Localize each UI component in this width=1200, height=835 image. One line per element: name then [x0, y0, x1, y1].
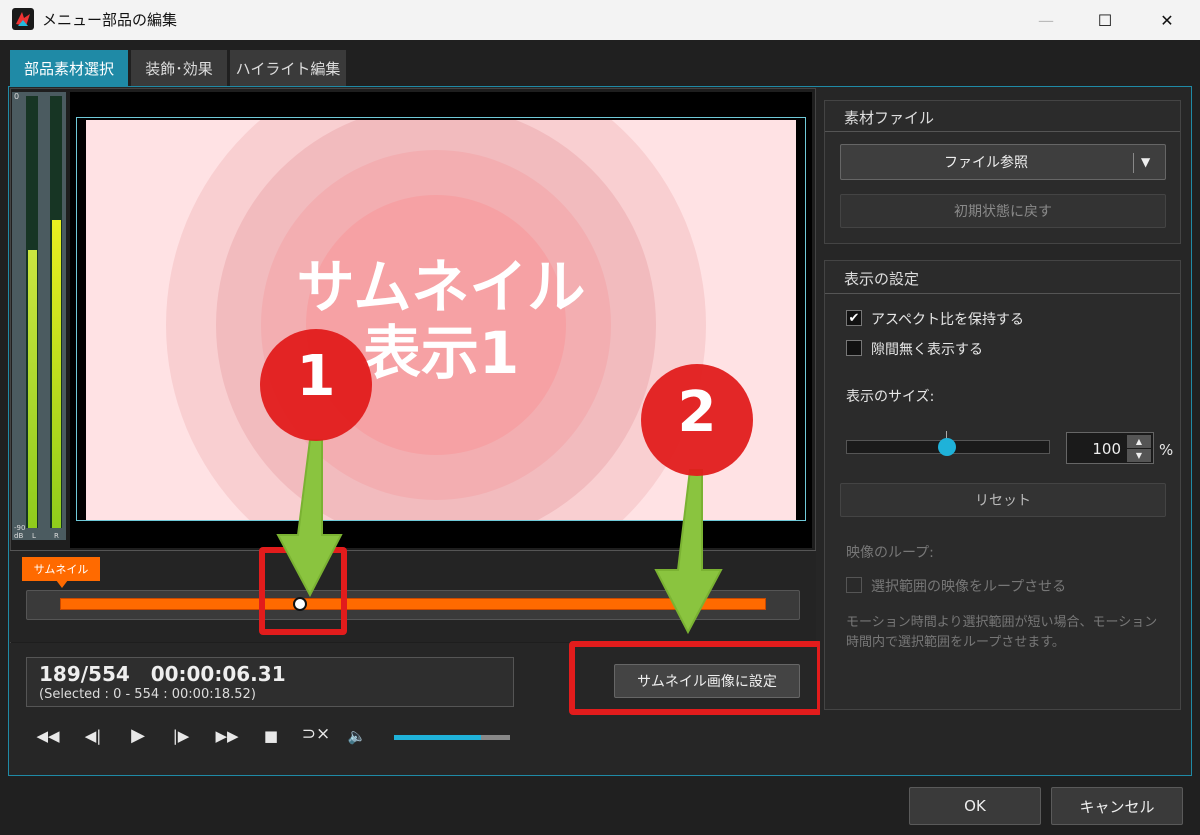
dropdown-separator: [1133, 153, 1134, 173]
divider: [825, 131, 1180, 132]
reset-initial-label: 初期状態に戻す: [954, 204, 1052, 220]
file-browse-label: ファイル参照: [944, 155, 1028, 171]
size-slider-thumb[interactable]: [938, 438, 956, 456]
ok-button[interactable]: OK: [909, 787, 1041, 825]
size-label: 表示のサイズ:: [846, 389, 935, 405]
display-settings-heading: 表示の設定: [844, 270, 920, 288]
loop-checkbox[interactable]: [846, 577, 862, 593]
keep-aspect-label: アスペクト比を保持する: [871, 312, 1025, 328]
arrow-2-icon: [654, 469, 723, 635]
divider: [825, 293, 1180, 294]
callout-1-number: 1: [296, 344, 336, 409]
loop-note: モーション時間より選択範囲が短い場合、モーション時間内で選択範囲をループさせます…: [846, 615, 1158, 650]
loop-heading: 映像のループ:: [846, 545, 934, 561]
reset-button[interactable]: リセット: [840, 483, 1166, 517]
arrow-1-icon: [276, 439, 343, 598]
loop-label: 選択範囲の映像をループさせる: [871, 579, 1067, 595]
size-value: 100: [1092, 440, 1121, 458]
spin-down-icon[interactable]: ▼: [1127, 449, 1151, 462]
reset-label: リセット: [975, 493, 1031, 509]
keep-aspect-checkbox[interactable]: ✔: [846, 310, 862, 326]
file-browse-button[interactable]: ファイル参照 ▼: [840, 144, 1166, 180]
size-unit: %: [1159, 441, 1174, 459]
material-file-heading: 素材ファイル: [844, 109, 935, 127]
spin-up-icon[interactable]: ▲: [1127, 435, 1151, 448]
cancel-label: キャンセル: [1079, 797, 1155, 816]
cancel-button[interactable]: キャンセル: [1051, 787, 1183, 825]
size-input[interactable]: 100 ▲ ▼: [1066, 432, 1154, 464]
dropdown-arrow-icon[interactable]: ▼: [1141, 155, 1150, 169]
reset-initial-button[interactable]: 初期状態に戻す: [840, 194, 1166, 228]
fill-label: 隙間無く表示する: [871, 342, 983, 358]
ok-label: OK: [964, 797, 986, 815]
fill-checkbox[interactable]: [846, 340, 862, 356]
checkmark-icon: ✔: [848, 310, 860, 326]
callout-2-number: 2: [677, 380, 717, 445]
